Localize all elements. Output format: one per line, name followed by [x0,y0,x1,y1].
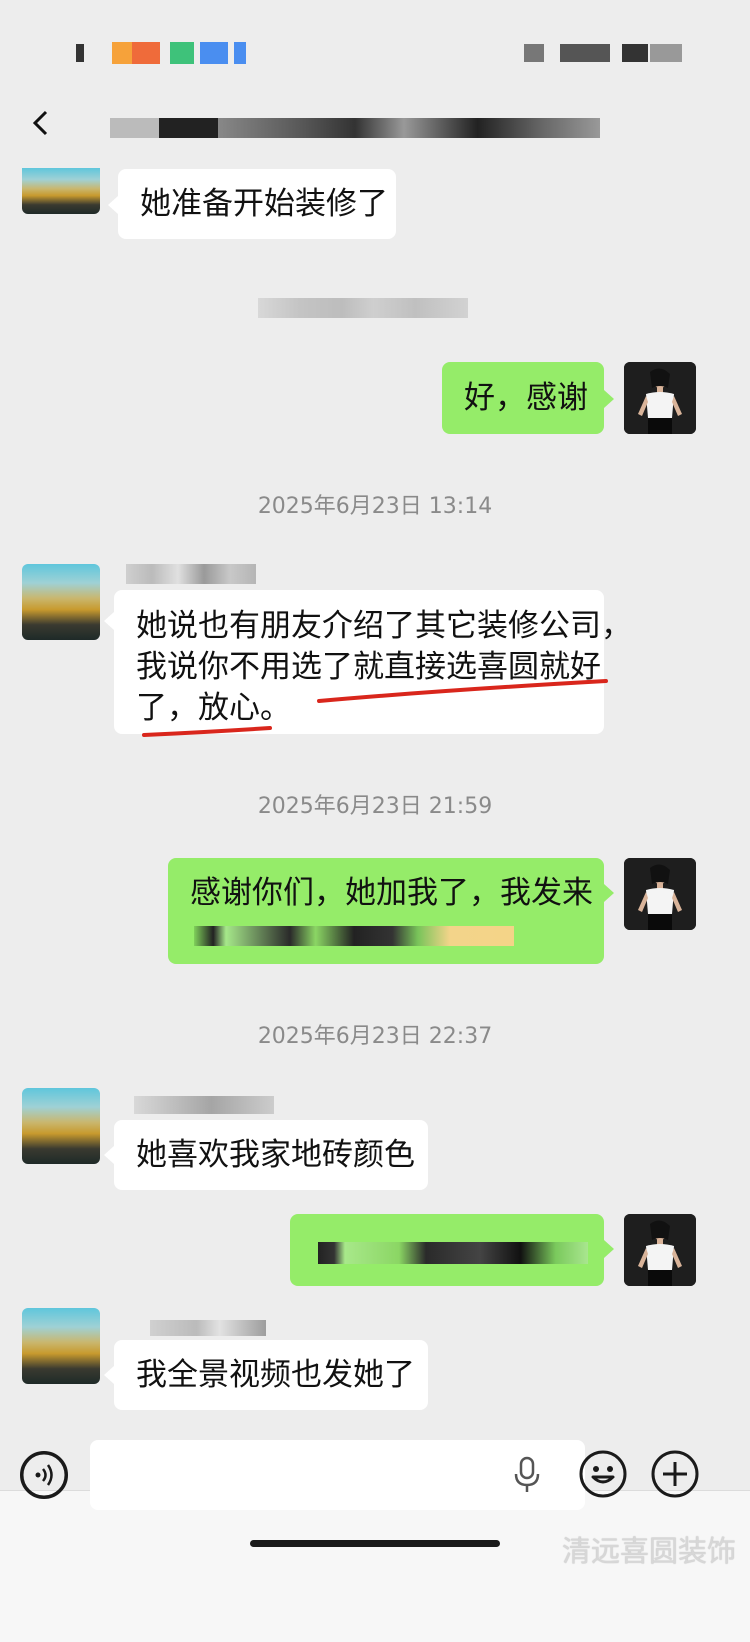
friend-avatar[interactable] [22,564,100,640]
message-text-blurred [318,1242,588,1264]
back-button[interactable] [26,108,56,138]
home-indicator[interactable] [250,1540,500,1547]
my-avatar[interactable] [624,362,696,434]
my-avatar[interactable] [624,1214,696,1286]
message-text: 感谢你们，她加我了，我发来 [190,875,593,911]
message-bubble-sent[interactable] [290,1214,604,1286]
message-text: 好，感谢 [464,380,588,416]
system-notice-blurred [258,298,468,318]
status-bar [0,0,750,100]
add-button[interactable] [650,1449,700,1499]
timestamp: 2025年6月23日 13:14 [257,494,493,519]
chat-header [0,100,750,170]
watermark: 清远喜圆装饰 [562,1534,737,1568]
emoji-button[interactable] [578,1449,628,1499]
red-underline-annotation [142,679,608,737]
mic-icon[interactable] [512,1456,542,1494]
sender-name-blurred [150,1320,266,1336]
message-bubble-received[interactable]: 我全景视频也发她了 [114,1340,428,1410]
sender-name-blurred [134,1096,274,1114]
sender-name-blurred [126,564,256,584]
plus-icon [651,1450,699,1498]
message-text-blurred [194,926,514,946]
message-bubble-sent[interactable]: 感谢你们，她加我了，我发来 [168,858,604,964]
message-text: 她喜欢我家地砖颜色 [136,1137,415,1173]
timestamp: 2025年6月23日 22:37 [257,1024,493,1049]
message-text: 她准备开始装修了 [140,186,388,222]
message-bubble-received[interactable]: 她准备开始装修了 [118,169,396,239]
chevron-left-icon [32,110,48,136]
message-text: 我全景视频也发她了 [136,1357,415,1393]
chat-title-blurred [110,118,600,138]
message-input[interactable] [90,1440,585,1510]
message-bubble-sent[interactable]: 好，感谢 [442,362,604,434]
friend-avatar[interactable] [22,168,100,214]
my-avatar[interactable] [624,858,696,930]
person-photo [624,1214,696,1286]
timestamp: 2025年6月23日 21:59 [257,794,493,819]
friend-avatar[interactable] [22,1088,100,1164]
emoji-icon [579,1450,627,1498]
message-bubble-received[interactable]: 她说也有朋友介绍了其它装修公司， 我说你不用选了就直接选喜圆就好 了，放心。 [114,590,632,737]
voice-icon [20,1451,68,1499]
message-bubble-received[interactable]: 她喜欢我家地砖颜色 [114,1120,428,1190]
friend-avatar[interactable] [22,1308,100,1384]
person-photo [624,362,696,434]
person-photo [624,858,696,930]
